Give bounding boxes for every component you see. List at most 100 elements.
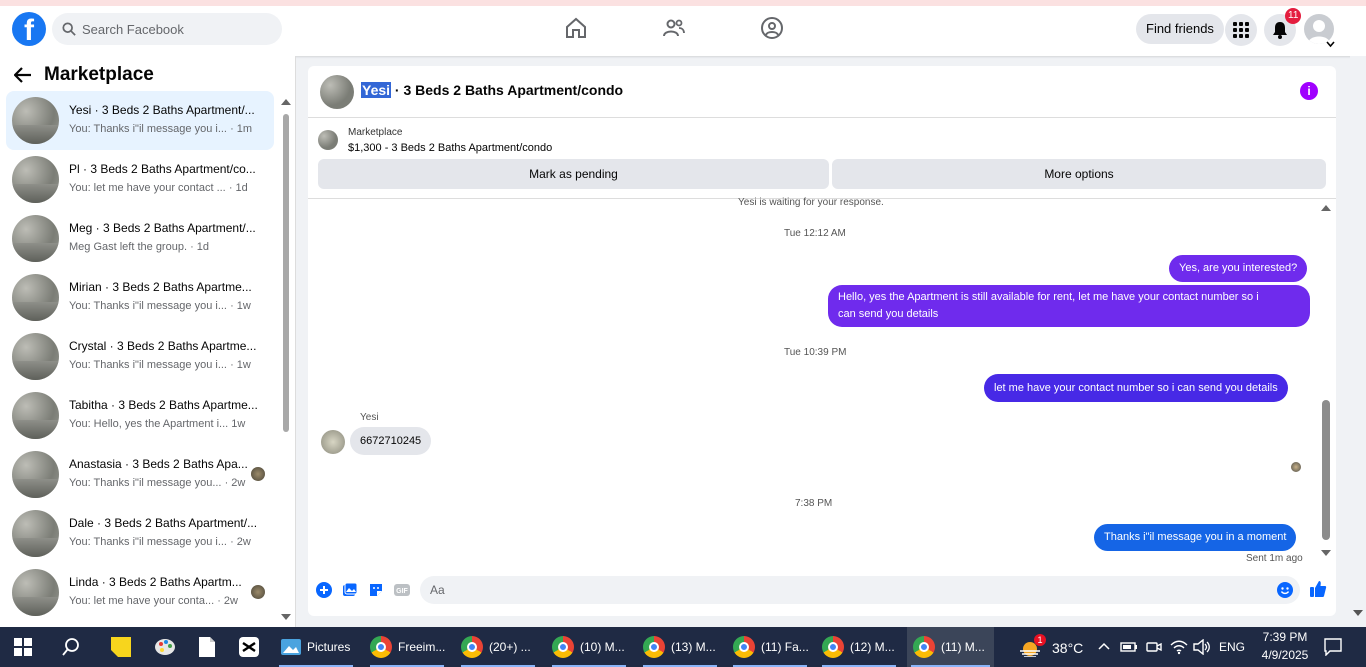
sidebar-scrollbar[interactable] <box>281 96 291 627</box>
taskbar-chrome-window[interactable]: (10) M... <box>548 627 630 667</box>
conversation-item[interactable]: Meg · 3 Beds 2 Baths Apartment/... Meg G… <box>6 209 274 268</box>
search-icon[interactable] <box>62 638 80 656</box>
conversation-name: Yesi · 3 Beds 2 Baths Apartment/... <box>69 103 255 117</box>
groups-icon[interactable] <box>760 16 784 40</box>
volume-icon[interactable] <box>1193 639 1211 655</box>
conversation-preview: You: Thanks i"il message you i... · 1w <box>69 359 251 371</box>
scroll-up-icon[interactable] <box>1321 204 1331 211</box>
avatar <box>12 392 59 439</box>
notification-center-icon[interactable] <box>1324 638 1342 656</box>
profile-avatar[interactable] <box>1304 14 1334 44</box>
chrome-icon <box>461 636 483 658</box>
conversation-preview: You: Thanks i"il message you i... · 2w <box>69 536 251 548</box>
scroll-down-icon[interactable] <box>281 614 291 621</box>
timestamp: Tue 12:12 AM <box>784 228 846 239</box>
sidebar-title: Marketplace <box>44 64 154 85</box>
language-indicator[interactable]: ENG <box>1219 640 1245 654</box>
chrome-icon <box>643 636 665 658</box>
conversation-name: Pl · 3 Beds 2 Baths Apartment/co... <box>69 162 256 176</box>
chrome-icon <box>552 636 574 658</box>
mark-as-pending-button[interactable]: Mark as pending <box>318 159 829 189</box>
chevron-down-icon[interactable] <box>1326 41 1335 48</box>
conversation-item[interactable]: Pl · 3 Beds 2 Baths Apartment/co... You:… <box>6 150 274 209</box>
chat-scroll-thumb[interactable] <box>1322 400 1330 540</box>
conversation-name: Meg · 3 Beds 2 Baths Apartment/... <box>69 221 256 235</box>
taskbar-chrome-window[interactable]: (11) Fa... <box>729 627 811 667</box>
notepad-app[interactable] <box>192 627 222 667</box>
chat-title: Yesi · 3 Beds 2 Baths Apartment/condo <box>361 82 623 98</box>
sent-message[interactable]: Hello, yes the Apartment is still availa… <box>828 285 1310 327</box>
avatar[interactable] <box>320 75 354 109</box>
avatar <box>321 430 345 454</box>
conversation-item[interactable]: Linda · 3 Beds 2 Baths Apartm... You: le… <box>6 563 274 622</box>
sent-message[interactable]: let me have your contact number so i can… <box>984 374 1288 402</box>
sidebar-header: Marketplace <box>14 64 154 86</box>
friends-icon[interactable] <box>662 16 686 40</box>
clock-date[interactable]: 4/9/2025 <box>1256 648 1314 662</box>
taskbar-window-label: Freeim... <box>398 640 446 654</box>
photo-icon[interactable] <box>342 582 358 598</box>
taskbar-pictures[interactable]: Pictures <box>275 627 357 667</box>
avatar <box>12 333 59 380</box>
chat-panel: Yesi · 3 Beds 2 Baths Apartment/condo i … <box>308 66 1336 616</box>
taskbar-chrome-window[interactable]: Freeim... <box>366 627 448 667</box>
clock-time[interactable]: 7:39 PM <box>1260 630 1310 644</box>
taskbar-chrome-window-active[interactable]: (11) M... <box>907 627 994 667</box>
find-friends-button[interactable]: Find friends <box>1136 14 1224 44</box>
back-arrow-icon[interactable] <box>14 67 32 83</box>
sticker-icon[interactable] <box>368 582 384 598</box>
gif-icon[interactable]: GIF <box>394 582 410 598</box>
taskbar-chrome-window[interactable]: (20+) ... <box>457 627 539 667</box>
conversation-name: Anastasia · 3 Beds 2 Baths Apa... <box>69 457 248 471</box>
plus-circle-icon[interactable] <box>316 582 332 598</box>
thumbs-up-icon[interactable] <box>1309 580 1327 598</box>
info-icon[interactable]: i <box>1300 82 1318 100</box>
conversation-item[interactable]: Anastasia · 3 Beds 2 Baths Apa... You: T… <box>6 445 274 504</box>
home-icon[interactable] <box>564 16 588 40</box>
seen-avatar <box>251 585 265 599</box>
windows-start-icon[interactable] <box>14 638 32 656</box>
conversation-preview: You: let me have your conta... · 2w <box>69 595 238 607</box>
listing-title[interactable]: $1,300 - 3 Beds 2 Baths Apartment/condo <box>348 142 552 154</box>
chat-scrollbar[interactable] <box>1320 200 1332 560</box>
sticky-notes-app[interactable] <box>106 627 136 667</box>
message-input[interactable] <box>420 576 1300 604</box>
chat-title-name: Yesi <box>361 82 392 98</box>
capcut-app[interactable] <box>234 627 264 667</box>
search-box[interactable] <box>52 13 282 45</box>
conversation-item[interactable]: Dale · 3 Beds 2 Baths Apartment/... You:… <box>6 504 274 563</box>
chevron-up-icon[interactable] <box>1098 642 1110 650</box>
more-options-button[interactable]: More options <box>832 159 1326 189</box>
taskbar-chrome-window[interactable]: (13) M... <box>639 627 721 667</box>
search-input[interactable] <box>82 21 262 37</box>
battery-icon[interactable] <box>1120 641 1138 653</box>
sidebar-scroll-thumb[interactable] <box>283 114 289 432</box>
emoji-icon[interactable] <box>1277 582 1293 598</box>
document-icon <box>199 637 215 657</box>
chat-header: Yesi · 3 Beds 2 Baths Apartment/condo i <box>308 66 1336 118</box>
facebook-logo[interactable]: f <box>12 12 46 46</box>
page-scrollbar[interactable] <box>1350 56 1366 627</box>
taskbar-chrome-window[interactable]: (12) M... <box>818 627 900 667</box>
conversation-name: Mirian · 3 Beds 2 Baths Apartme... <box>69 280 252 294</box>
conversation-item[interactable]: Mirian · 3 Beds 2 Baths Apartme... You: … <box>6 268 274 327</box>
scroll-up-icon[interactable] <box>281 98 291 105</box>
marketplace-label: Marketplace <box>348 127 403 138</box>
scroll-down-icon[interactable] <box>1353 610 1363 617</box>
sent-message[interactable]: Yes, are you interested? <box>1169 255 1308 282</box>
paint-app[interactable] <box>150 627 180 667</box>
conversation-item[interactable]: Yesi · 3 Beds 2 Baths Apartment/... You:… <box>6 91 274 150</box>
scroll-down-icon[interactable] <box>1321 550 1331 557</box>
meet-now-icon[interactable] <box>1146 639 1162 655</box>
conversation-item[interactable]: Tabitha · 3 Beds 2 Baths Apartme... You:… <box>6 386 274 445</box>
sender-name: Yesi <box>360 412 379 423</box>
received-message[interactable]: 6672710245 <box>350 427 432 455</box>
menu-button[interactable] <box>1225 14 1257 46</box>
temperature[interactable]: 38°C <box>1052 640 1083 656</box>
conversation-item[interactable]: Crystal · 3 Beds 2 Baths Apartme... You:… <box>6 327 274 386</box>
sent-message[interactable]: Thanks i"il message you in a moment <box>1094 524 1297 551</box>
wifi-icon[interactable] <box>1170 639 1188 655</box>
chrome-icon <box>370 636 392 658</box>
conversation-preview: You: let me have your contact ... · 1d <box>69 182 248 194</box>
taskbar-window-label: (10) M... <box>580 640 625 654</box>
